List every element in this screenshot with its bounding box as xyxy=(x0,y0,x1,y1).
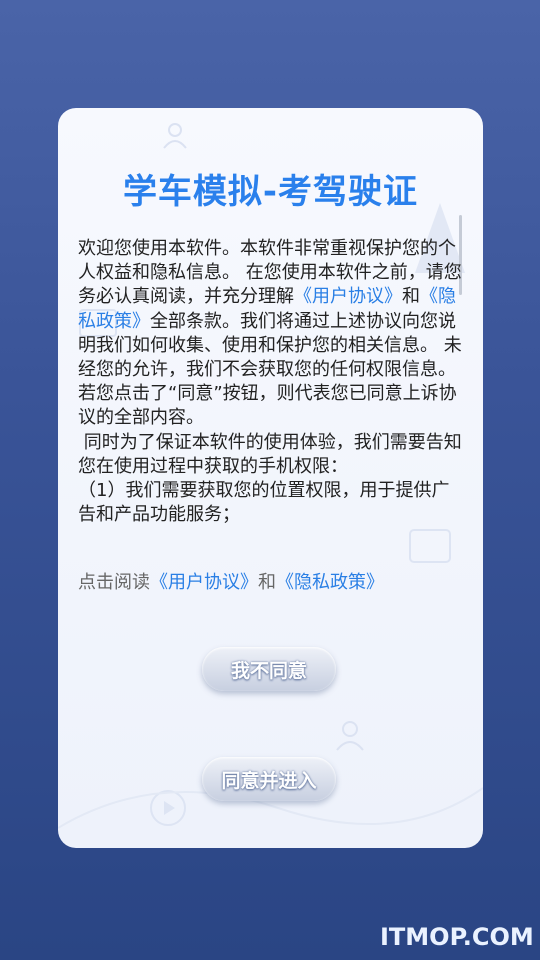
disagree-button[interactable]: 我不同意 xyxy=(202,647,336,691)
watermark: ITMOP.COM xyxy=(380,923,534,951)
agree-enter-button[interactable]: 同意并进入 xyxy=(202,757,336,801)
image-deco-icon-2 xyxy=(409,529,451,563)
user-deco-icon xyxy=(163,123,187,149)
agreement-paragraph-2: 同时为了保证本软件的使用体验，我们需要告知您在使用过程中获取的手机权限： xyxy=(78,431,462,477)
read-agreements-line: 点击阅读《用户协议》和《隐私政策》 xyxy=(78,571,384,595)
read-privacy-policy-link[interactable]: 《隐私政策》 xyxy=(276,572,384,593)
read-prefix: 点击阅读 xyxy=(78,572,150,593)
read-user-agreement-link[interactable]: 《用户协议》 xyxy=(150,572,258,593)
read-and-text: 和 xyxy=(258,572,276,593)
and-text: 和 xyxy=(402,286,420,308)
agreement-text: 欢迎您使用本软件。本软件非常重视保护您的个人权益和隐私信息。 在您使用本软件之前… xyxy=(78,237,462,527)
user-agreement-link[interactable]: 《用户协议》 xyxy=(294,286,402,307)
agreement-paragraph-3: （1）我们需要获取您的位置权限，用于提供广告和产品功能服务； xyxy=(78,480,450,526)
dialog-title: 学车模拟-考驾驶证 xyxy=(122,172,419,212)
